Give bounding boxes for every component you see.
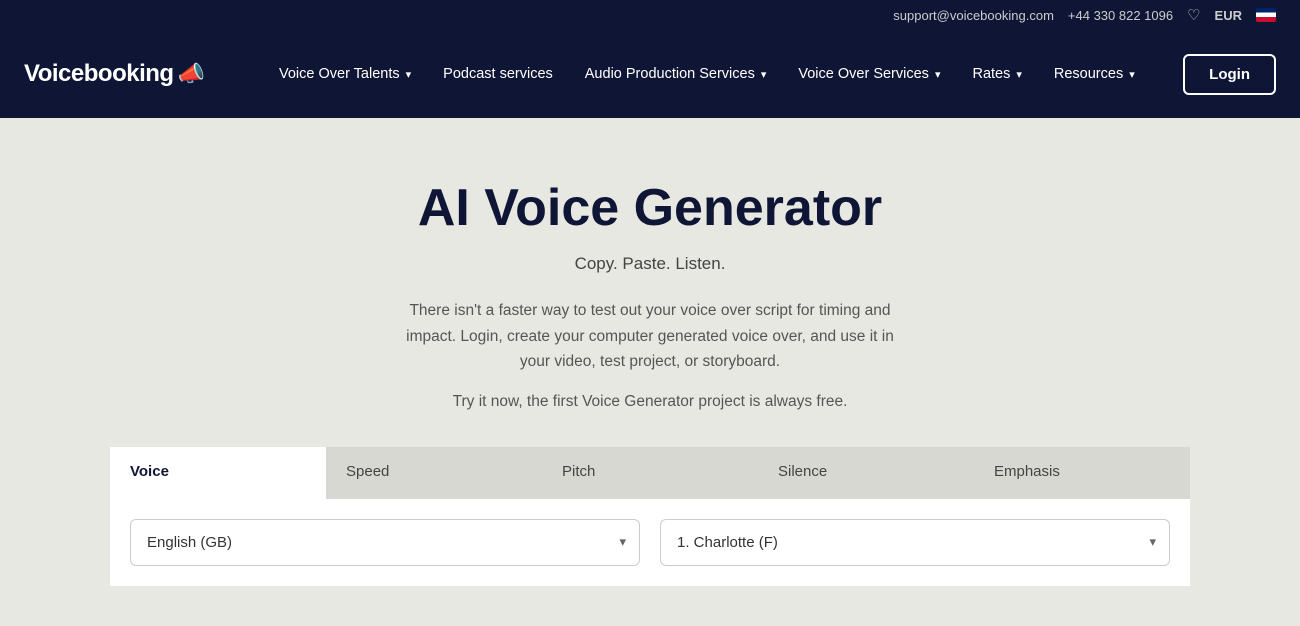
nav-label-audio-production: Audio Production Services (585, 66, 755, 82)
hero-description: There isn't a faster way to test out you… (390, 298, 910, 375)
tab-pitch[interactable]: Pitch (542, 447, 758, 499)
tab-silence-label: Silence (778, 463, 827, 480)
tabs-row: Voice Speed Pitch Silence Emphasis (110, 447, 1190, 499)
voice-dropdown[interactable]: 1. Charlotte (F) 2. James (M) 3. Sophie … (660, 519, 1170, 566)
nav-label-rates: Rates (972, 66, 1010, 82)
chevron-down-icon: ▾ (761, 68, 767, 81)
top-bar: support@voicebooking.com +44 330 822 109… (0, 0, 1300, 30)
nav-links: Voice Over Talents ▾ Podcast services Au… (265, 54, 1276, 95)
support-email-link[interactable]: support@voicebooking.com (893, 8, 1054, 23)
hero-free-note: Try it now, the first Voice Generator pr… (20, 393, 1280, 411)
page-title: AI Voice Generator (20, 178, 1280, 238)
tab-silence[interactable]: Silence (758, 447, 974, 499)
nav-label-resources: Resources (1054, 66, 1123, 82)
nav-label-voice-over-talents: Voice Over Talents (279, 66, 400, 82)
logo-icon: 📣 (178, 61, 205, 87)
chevron-down-icon: ▾ (1016, 68, 1022, 81)
nav-label-voice-over-services: Voice Over Services (798, 66, 929, 82)
logo-link[interactable]: Voicebooking 📣 (24, 60, 205, 88)
tab-emphasis-label: Emphasis (994, 463, 1060, 480)
nav-item-resources[interactable]: Resources ▾ (1040, 58, 1149, 90)
currency-selector[interactable]: EUR (1215, 8, 1242, 23)
voice-dropdown-wrap: 1. Charlotte (F) 2. James (M) 3. Sophie … (660, 519, 1170, 566)
phone-number: +44 330 822 1096 (1068, 8, 1173, 23)
hero-tagline: Copy. Paste. Listen. (20, 254, 1280, 274)
tab-speed-label: Speed (346, 463, 389, 480)
tab-voice-label: Voice (130, 463, 169, 480)
tab-pitch-label: Pitch (562, 463, 595, 480)
hero-section: AI Voice Generator Copy. Paste. Listen. … (0, 118, 1300, 626)
chevron-down-icon: ▾ (1129, 68, 1135, 81)
language-dropdown[interactable]: English (GB) English (US) French German … (130, 519, 640, 566)
chevron-down-icon: ▾ (935, 68, 941, 81)
nav-item-audio-production[interactable]: Audio Production Services ▾ (571, 58, 781, 90)
login-button[interactable]: Login (1183, 54, 1276, 95)
tab-speed[interactable]: Speed (326, 447, 542, 499)
language-flag-icon[interactable] (1256, 8, 1276, 22)
nav-item-voice-over-services[interactable]: Voice Over Services ▾ (784, 58, 954, 90)
nav-label-podcast-services: Podcast services (443, 66, 553, 82)
chevron-down-icon: ▾ (406, 68, 412, 81)
navbar: Voicebooking 📣 Voice Over Talents ▾ Podc… (0, 30, 1300, 118)
nav-item-voice-over-talents[interactable]: Voice Over Talents ▾ (265, 58, 425, 90)
dropdowns-row: English (GB) English (US) French German … (110, 499, 1190, 586)
tab-voice[interactable]: Voice (110, 447, 326, 499)
nav-item-rates[interactable]: Rates ▾ (958, 58, 1035, 90)
tab-emphasis[interactable]: Emphasis (974, 447, 1190, 499)
logo-text: Voicebooking (24, 60, 174, 88)
language-dropdown-wrap: English (GB) English (US) French German … (130, 519, 640, 566)
wishlist-icon[interactable]: ♡ (1187, 6, 1200, 24)
nav-item-podcast-services[interactable]: Podcast services (429, 58, 567, 90)
